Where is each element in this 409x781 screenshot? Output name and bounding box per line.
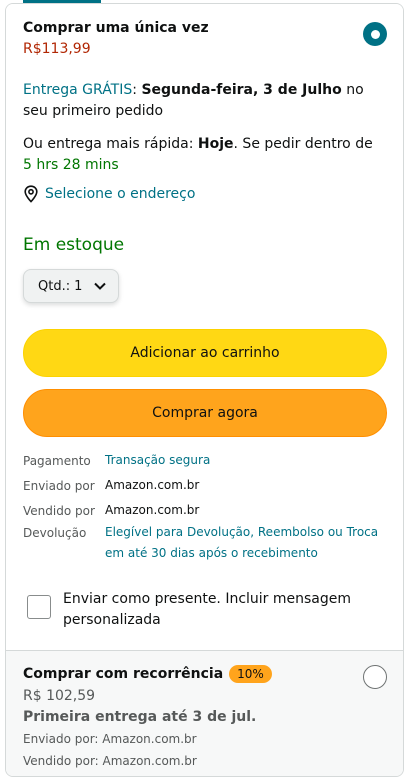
sold-by-label: Vendido por	[23, 504, 95, 518]
quantity-value: 1	[74, 278, 83, 294]
subscribe-shipped-by: Enviado por: Amazon.com.br	[23, 732, 197, 746]
discount-badge: 10%	[229, 665, 272, 683]
radio-dot-icon	[370, 29, 380, 39]
subscribe-radio[interactable]	[363, 665, 387, 689]
subscribe-title: Comprar com recorrência	[23, 666, 224, 682]
buy-once-title: Comprar uma única vez	[23, 20, 209, 36]
sold-by-value: Amazon.com.br	[105, 503, 200, 517]
shipped-by-value: Amazon.com.br	[105, 478, 200, 492]
quantity-dropdown[interactable]: Qtd.: 1	[23, 269, 119, 303]
subscribe-first-delivery: Primeira entrega até 3 de jul.	[23, 709, 257, 725]
gift-option-label[interactable]: Enviar como presente. Incluir mensagem p…	[63, 589, 363, 631]
chevron-down-icon	[94, 282, 107, 290]
subscribe-price: R$ 102,59	[23, 688, 96, 704]
payment-label: Pagamento	[23, 454, 91, 468]
gift-checkbox[interactable]	[27, 595, 51, 619]
select-address-link[interactable]: Selecione o endereço	[23, 185, 195, 203]
buy-once-option[interactable]: Comprar uma única vez R$113,99 Entrega G…	[6, 4, 403, 650]
order-countdown: 5 hrs 28 mins	[23, 157, 119, 173]
buy-once-radio[interactable]	[363, 22, 387, 46]
returns-label: Devolução	[23, 526, 87, 540]
delivery-date: Segunda-feira, 3 de Julho	[141, 82, 342, 98]
add-to-cart-button[interactable]: Adicionar ao carrinho	[23, 329, 387, 377]
secure-transaction-link[interactable]: Transação segura	[105, 450, 210, 471]
select-address-label: Selecione o endereço	[45, 186, 196, 202]
returns-policy-link[interactable]: Elegível para Devolução, Reembolso ou Tr…	[105, 522, 385, 564]
buy-box: Comprar uma única vez R$113,99 Entrega G…	[5, 3, 404, 777]
delivery-message: Entrega GRÁTIS: Segunda-feira, 3 de Julh…	[23, 82, 364, 119]
subscribe-title-row: Comprar com recorrência 10%	[23, 665, 272, 683]
faster-delivery-message: Ou entrega mais rápida: Hoje. Se pedir d…	[23, 136, 373, 173]
faster-delivery-day: Hoje	[197, 136, 234, 152]
quantity-label: Qtd.:	[38, 278, 71, 294]
shipped-by-label: Enviado por	[23, 479, 95, 493]
buy-once-price: R$113,99	[23, 41, 91, 57]
subscribe-option[interactable]: Comprar com recorrência 10% R$ 102,59 Pr…	[6, 650, 403, 776]
subscribe-sold-by: Vendido por: Amazon.com.br	[23, 754, 197, 768]
buy-now-button[interactable]: Comprar agora	[23, 389, 387, 437]
location-pin-icon	[24, 185, 38, 203]
stock-status: Em estoque	[23, 235, 125, 255]
free-delivery-link[interactable]: Entrega GRÁTIS	[23, 82, 132, 98]
